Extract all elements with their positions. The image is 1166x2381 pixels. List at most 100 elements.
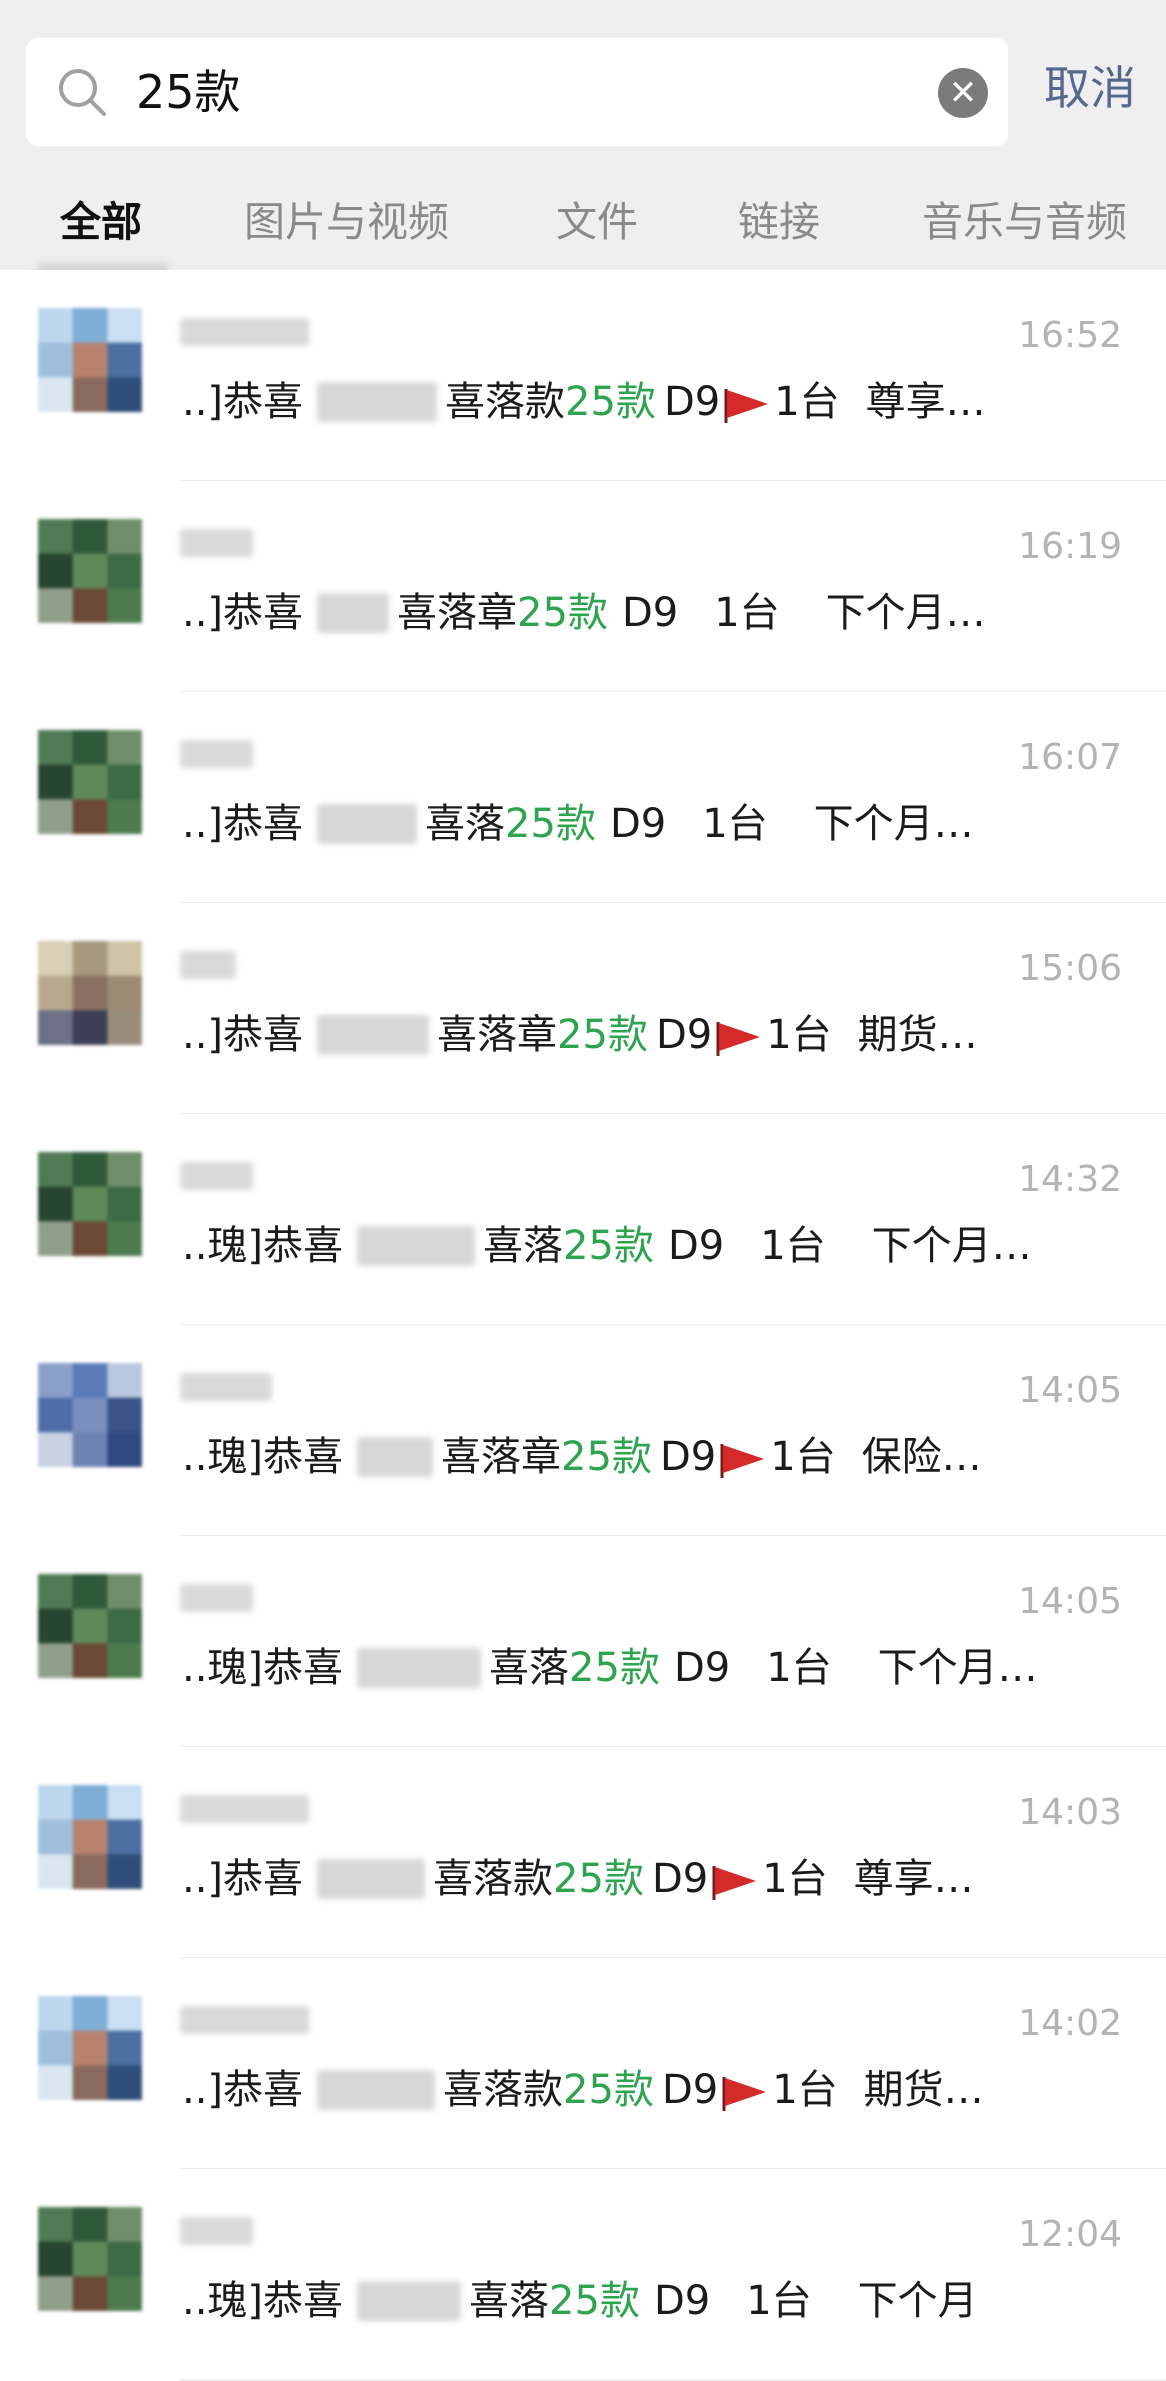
- quantity-text: 1台: [762, 1856, 828, 1902]
- tab-images-videos[interactable]: 图片与视频: [244, 196, 449, 248]
- message-snippet: ..瑰]恭喜 喜落 25款 D9 1台 下个月: [182, 2271, 978, 2331]
- contact-name-redacted: [180, 1373, 273, 1401]
- search-result-row[interactable]: 15:06 ..]恭喜 喜落章 25款 D9 1台 期货…: [0, 903, 1166, 1115]
- search-result-row[interactable]: 16:19 ..]恭喜 喜落章 25款 D9 1台 下个月…: [0, 481, 1166, 693]
- snippet-tail: 下个月…: [877, 1645, 1038, 1691]
- snippet-prefix: ..]恭喜: [182, 590, 304, 636]
- avatar: [38, 1996, 142, 2100]
- redacted-text: [357, 2281, 462, 2321]
- snippet-prefix: ..瑰]恭喜: [182, 1645, 344, 1691]
- snippet-prefix: ..]恭喜: [182, 379, 304, 425]
- snippet-tail: 尊享…: [865, 379, 986, 425]
- search-result-row[interactable]: 16:52 ..]恭喜 喜落款 25款 D9 1台 尊享…: [0, 270, 1166, 482]
- message-snippet: ..]恭喜 喜落章 25款 D9 1台 期货…: [182, 1005, 978, 1065]
- message-time: 14:05: [1018, 1370, 1122, 1411]
- model-text: D9: [667, 1223, 725, 1269]
- model-text: D9: [621, 590, 679, 636]
- snippet-text: 喜落: [483, 1223, 564, 1269]
- redacted-text: [317, 382, 438, 422]
- contact-name-redacted: [180, 2006, 309, 2034]
- contact-name-redacted: [180, 1795, 309, 1823]
- tab-all[interactable]: 全部: [60, 196, 142, 248]
- quantity-text: 1台: [774, 379, 840, 425]
- snippet-text: 喜落章: [437, 1012, 558, 1058]
- message-snippet: ..]恭喜 喜落 25款 D9 1台 下个月…: [182, 794, 974, 854]
- snippet-prefix: ..瑰]恭喜: [182, 1223, 344, 1269]
- search-icon: [59, 69, 106, 116]
- avatar: [38, 519, 142, 623]
- quantity-text: 1台: [770, 1434, 836, 1480]
- quantity-text: 1台: [746, 2278, 812, 2324]
- quantity-text: 1台: [714, 590, 780, 636]
- redacted-text: [357, 1226, 476, 1266]
- search-result-row[interactable]: 14:05 ..瑰]恭喜 喜落章 25款 D9 1台 保险…: [0, 1325, 1166, 1537]
- quantity-text: 1台: [772, 2067, 838, 2113]
- message-time: 15:06: [1018, 948, 1122, 989]
- message-snippet: ..瑰]恭喜 喜落 25款 D9 1台 下个月…: [182, 1216, 1032, 1276]
- red-flag-icon: [710, 1859, 758, 1900]
- contact-name-redacted: [180, 1584, 253, 1612]
- snippet-text: 喜落款: [443, 2067, 564, 2113]
- search-result-row[interactable]: 16:07 ..]恭喜 喜落 25款 D9 1台 下个月…: [0, 692, 1166, 904]
- contact-name-redacted: [180, 529, 253, 557]
- red-flag-icon: [720, 2070, 768, 2111]
- keyword-highlight: 25款: [549, 2278, 640, 2324]
- quantity-text: 1台: [702, 801, 768, 847]
- model-text: D9: [651, 1856, 709, 1902]
- model-text: D9: [653, 2278, 711, 2324]
- search-result-row[interactable]: 14:05 ..瑰]恭喜 喜落 25款 D9 1台 下个月…: [0, 1536, 1166, 1748]
- tab-files[interactable]: 文件: [556, 196, 638, 248]
- tab-links[interactable]: 链接: [738, 196, 820, 248]
- snippet-tail: 保险…: [861, 1434, 982, 1480]
- redacted-text: [317, 593, 390, 633]
- red-flag-icon: [714, 1015, 762, 1056]
- contact-name-redacted: [180, 740, 253, 768]
- model-text: D9: [655, 1012, 713, 1058]
- snippet-text: 喜落: [489, 1645, 570, 1691]
- message-time: 14:05: [1018, 1581, 1122, 1622]
- redacted-text: [317, 1015, 430, 1055]
- snippet-tail: 尊享…: [853, 1856, 974, 1902]
- keyword-highlight: 25款: [517, 590, 608, 636]
- search-header: 25款 ✕ 取消 全部 图片与视频 文件 链接 音乐与音频: [0, 0, 1166, 270]
- message-time: 14:32: [1018, 1159, 1122, 1200]
- snippet-tail: 期货…: [863, 2067, 984, 2113]
- quantity-text: 1台: [766, 1645, 832, 1691]
- red-flag-icon: [718, 1437, 766, 1478]
- model-text: D9: [673, 1645, 731, 1691]
- quantity-text: 1台: [760, 1223, 826, 1269]
- contact-name-redacted: [180, 318, 309, 346]
- snippet-prefix: ..瑰]恭喜: [182, 1434, 344, 1480]
- clear-search-icon[interactable]: ✕: [938, 68, 988, 118]
- avatar: [38, 1785, 142, 1889]
- keyword-highlight: 25款: [505, 801, 596, 847]
- search-result-row[interactable]: 14:03 ..]恭喜 喜落款 25款 D9 1台 尊享…: [0, 1747, 1166, 1959]
- avatar: [38, 1363, 142, 1467]
- snippet-prefix: ..]恭喜: [182, 1012, 304, 1058]
- snippet-prefix: ..瑰]恭喜: [182, 2278, 344, 2324]
- contact-name-redacted: [180, 2217, 253, 2245]
- search-result-row[interactable]: 12:04 ..瑰]恭喜 喜落 25款 D9 1台 下个月: [0, 2169, 1166, 2381]
- snippet-prefix: ..]恭喜: [182, 801, 304, 847]
- cancel-button[interactable]: 取消: [1044, 58, 1136, 118]
- redacted-text: [317, 2070, 436, 2110]
- keyword-highlight: 25款: [565, 379, 656, 425]
- message-snippet: ..]恭喜 喜落款 25款 D9 1台 尊享…: [182, 1849, 974, 1909]
- message-snippet: ..]恭喜 喜落款 25款 D9 1台 期货…: [182, 2060, 984, 2120]
- search-result-row[interactable]: 14:02 ..]恭喜 喜落款 25款 D9 1台 期货…: [0, 1958, 1166, 2170]
- search-result-row[interactable]: 14:32 ..瑰]恭喜 喜落 25款 D9 1台 下个月…: [0, 1114, 1166, 1326]
- search-input[interactable]: 25款 ✕: [26, 38, 1008, 146]
- contact-name-redacted: [180, 951, 236, 979]
- snippet-prefix: ..]恭喜: [182, 2067, 304, 2113]
- message-time: 16:52: [1018, 315, 1122, 356]
- redacted-text: [317, 804, 418, 844]
- snippet-text: 喜落: [469, 2278, 550, 2324]
- message-time: 12:04: [1018, 2214, 1122, 2255]
- snippet-text: 喜落款: [433, 1856, 554, 1902]
- message-snippet: ..]恭喜 喜落章 25款 D9 1台 下个月…: [182, 583, 986, 643]
- keyword-highlight: 25款: [563, 2067, 654, 2113]
- search-query: 25款: [136, 65, 241, 119]
- model-text: D9: [609, 801, 667, 847]
- tab-music-audio[interactable]: 音乐与音频: [922, 196, 1127, 248]
- red-flag-icon: [722, 382, 770, 423]
